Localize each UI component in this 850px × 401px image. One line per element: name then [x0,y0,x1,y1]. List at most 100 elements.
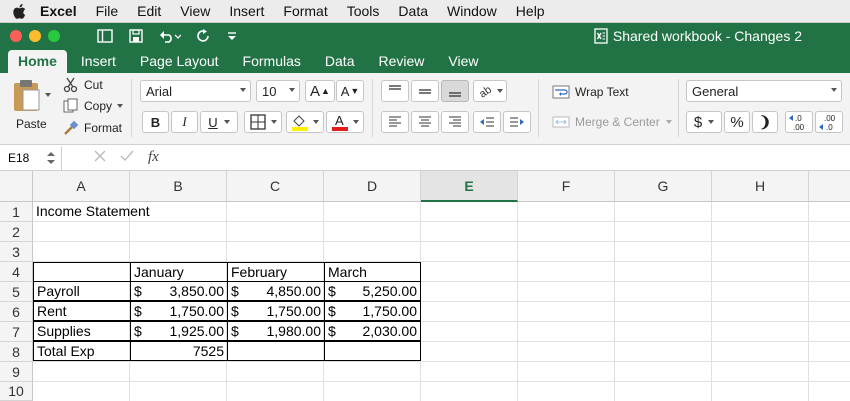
cell-a5[interactable]: Payroll [33,281,131,301]
cell-b4[interactable]: January [130,262,228,282]
cell-c4[interactable]: February [227,262,325,282]
cell-c8[interactable] [227,341,325,361]
menu-file[interactable]: File [96,3,119,19]
row-header-1[interactable]: 1 [0,202,33,222]
percent-style-button[interactable]: % [724,111,750,133]
menu-insert[interactable]: Insert [229,3,264,19]
tab-data[interactable]: Data [315,50,365,73]
cell-d7[interactable]: $2,030.00 [324,321,421,341]
save-icon[interactable] [129,29,143,43]
cell-d8[interactable] [324,341,421,361]
customize-toolbar-icon[interactable] [227,31,237,41]
align-center-button[interactable] [411,111,439,133]
fill-color-button[interactable] [286,111,324,133]
bold-button[interactable]: B [142,111,169,133]
align-right-button[interactable] [441,111,469,133]
column-header-i[interactable] [809,171,850,202]
tab-view[interactable]: View [438,50,488,73]
menu-help[interactable]: Help [516,3,545,19]
row-header-8[interactable]: 8 [0,342,33,362]
cell-b8[interactable]: 7525 [130,341,228,361]
menu-format[interactable]: Format [283,3,327,19]
row-header-7[interactable]: 7 [0,322,33,342]
paste-button[interactable]: Paste [8,77,52,135]
copy-button[interactable]: Copy [63,97,124,115]
menu-window[interactable]: Window [447,3,497,19]
decrease-indent-button[interactable] [473,111,501,133]
row-header-6[interactable]: 6 [0,302,33,322]
number-format-select[interactable]: General [686,80,842,102]
align-top-button[interactable] [381,80,409,102]
menu-view[interactable]: View [180,3,210,19]
select-all-corner[interactable] [0,171,33,202]
menu-data[interactable]: Data [398,3,428,19]
cell-d4[interactable]: March [324,262,421,282]
tab-home[interactable]: Home [8,50,67,73]
sidebar-toggle-icon[interactable] [97,29,113,43]
accounting-format-button[interactable]: $ [686,111,722,133]
comma-style-button[interactable]: ❩ [752,111,778,133]
row-header-9[interactable]: 9 [0,362,33,382]
merge-center-button[interactable]: Merge & Center [552,113,672,131]
cell-b6[interactable]: $1,750.00 [130,301,228,321]
cell-d6[interactable]: $1,750.00 [324,301,421,321]
decrease-font-size-button[interactable]: A ▼ [336,80,364,102]
font-name-select[interactable]: Arial [140,80,251,102]
undo-icon[interactable] [159,29,181,43]
tab-page-layout[interactable]: Page Layout [130,50,229,73]
column-header-b[interactable]: B [130,171,227,202]
apple-icon[interactable] [12,3,26,19]
increase-indent-button[interactable] [503,111,531,133]
increase-decimal-button[interactable]: .0.00 [785,111,813,133]
cell-a8[interactable]: Total Exp [33,341,131,361]
column-header-c[interactable]: C [227,171,324,202]
column-header-h[interactable]: H [712,171,809,202]
redo-icon[interactable] [197,29,211,43]
insert-function-button[interactable]: fx [148,149,159,166]
column-header-f[interactable]: F [518,171,615,202]
row-header-4[interactable]: 4 [0,262,33,282]
decrease-decimal-button[interactable]: .00.0 [815,111,843,133]
increase-font-size-button[interactable]: A ▲ [305,80,335,102]
zoom-window-button[interactable] [48,30,60,42]
format-painter-button[interactable]: Format [63,119,122,137]
font-size-select[interactable]: 10 [256,80,300,102]
row-header-10[interactable]: 10 [0,382,33,401]
cell-d5[interactable]: $5,250.00 [324,281,421,301]
paste-dropdown-icon[interactable] [45,93,51,97]
tab-insert[interactable]: Insert [71,50,126,73]
row-header-2[interactable]: 2 [0,222,33,242]
column-header-d[interactable]: D [324,171,421,202]
tab-review[interactable]: Review [368,50,434,73]
column-header-a[interactable]: A [33,171,130,202]
cell-b7[interactable]: $1,925.00 [130,321,228,341]
underline-button[interactable]: U [200,111,238,133]
menu-tools[interactable]: Tools [347,3,380,19]
align-bottom-button[interactable] [441,80,469,102]
menu-app-excel[interactable]: Excel [40,3,77,19]
cell-c7[interactable]: $1,980.00 [227,321,325,341]
cell-a4[interactable] [33,262,131,282]
copy-dropdown-icon[interactable] [117,104,124,108]
borders-button[interactable] [244,111,282,133]
cell-a6[interactable]: Rent [33,301,131,321]
tab-formulas[interactable]: Formulas [233,50,311,73]
font-color-button[interactable]: A [326,111,364,133]
name-box-stepper-icon[interactable] [47,151,55,165]
italic-button[interactable]: I [171,111,198,133]
minimize-window-button[interactable] [29,30,41,42]
orientation-button[interactable]: ab [473,80,507,102]
align-left-button[interactable] [381,111,409,133]
cell-a1[interactable]: Income Statement [33,202,233,222]
cell-c5[interactable]: $4,850.00 [227,281,325,301]
menu-edit[interactable]: Edit [137,3,161,19]
row-header-3[interactable]: 3 [0,242,33,262]
cell-a7[interactable]: Supplies [33,321,131,341]
row-header-5[interactable]: 5 [0,282,33,302]
cell-b5[interactable]: $3,850.00 [130,281,228,301]
column-header-g[interactable]: G [615,171,712,202]
wrap-text-button[interactable]: Wrap Text [552,83,629,101]
cell-c6[interactable]: $1,750.00 [227,301,325,321]
confirm-entry-icon[interactable] [120,149,134,167]
align-middle-button[interactable] [411,80,439,102]
